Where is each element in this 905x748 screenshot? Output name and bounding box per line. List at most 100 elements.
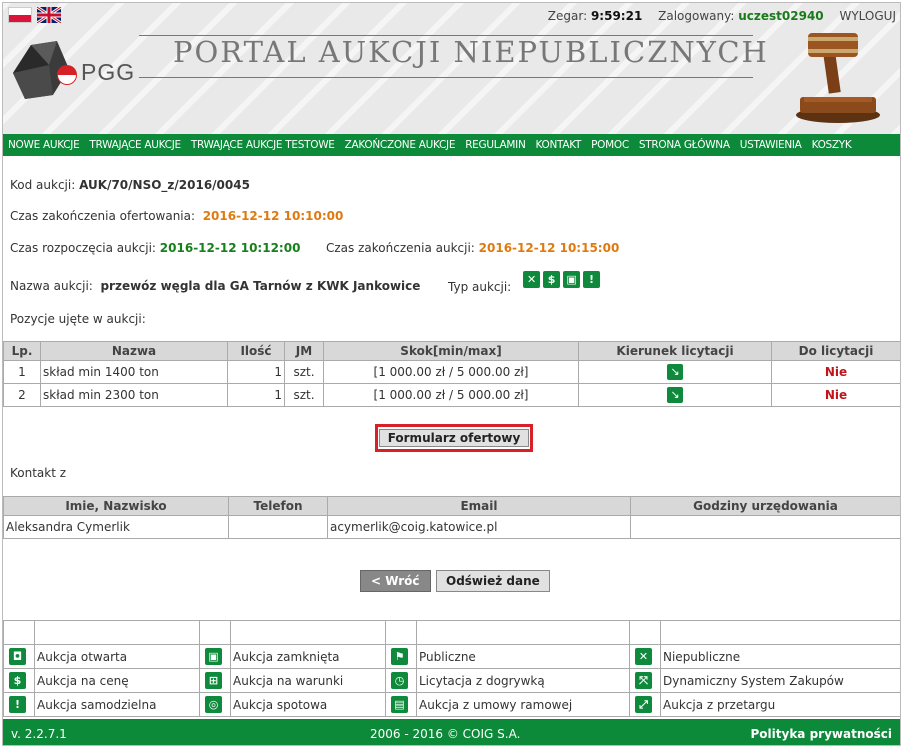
col-contact-hours: Godziny urzędowania xyxy=(630,496,900,516)
row-lp: 1 xyxy=(3,360,41,384)
start-row: Czas rozpoczęcia aukcji: 2016-12-12 10:1… xyxy=(10,241,300,255)
row-step: [1 000.00 zł / 5 000.00 zł] xyxy=(323,383,579,407)
legend-row: ! Aukcja samodzielna ◎ Aukcja spotowa ▤ … xyxy=(3,692,900,717)
row-direction: ↘ xyxy=(578,383,772,407)
contact-phone xyxy=(228,515,328,539)
header: Zegar: 9:59:21 Zalogowany: uczest02940 W… xyxy=(3,3,900,134)
nav-settings[interactable]: USTAWIENIA xyxy=(735,139,807,151)
contact-name: Aleksandra Cymerlik xyxy=(3,515,229,539)
contact-header-row: Imie, Nazwisko Telefon Email Godziny urz… xyxy=(3,496,900,516)
col-contact-email: Email xyxy=(327,496,631,516)
flag-icon: ⚑ xyxy=(391,648,408,665)
end-value: 2016-12-12 10:15:00 xyxy=(478,241,620,255)
table-row: Aleksandra Cymerlik acymerlik@coig.katow… xyxy=(3,515,900,539)
table-row: 1 skład min 1400 ton 1 szt. [1 000.00 zł… xyxy=(3,360,900,384)
title-divider-bottom xyxy=(139,77,753,78)
logo-text: PGG xyxy=(81,59,136,85)
legend-dps: Dynamiczny System Zakupów xyxy=(660,668,900,693)
row-qty: 1 xyxy=(227,360,285,384)
col-step: Skok[min/max] xyxy=(323,341,579,361)
legend-spacer-row xyxy=(3,620,900,645)
positions-table: Lp. Nazwa Ilość JM Skok[min/max] Kierune… xyxy=(3,341,900,407)
footer: v. 2.2.7.1 2006 - 2016 © COIG S.A. Polit… xyxy=(3,719,900,745)
col-contact-name: Imie, Nazwisko xyxy=(3,496,229,516)
auction-code-row: Kod aukcji: AUK/70/NSO_z/2016/0045 xyxy=(10,178,250,192)
legend-price: Aukcja na cenę xyxy=(34,668,200,693)
end-row: Czas zakończenia aukcji: 2016-12-12 10:1… xyxy=(326,241,619,255)
logged-label: Zalogowany: xyxy=(658,9,735,23)
offer-end-row: Czas zakończenia ofertowania: 2016-12-12… xyxy=(10,209,343,223)
col-qty: Ilość xyxy=(227,341,285,361)
english-flag-icon[interactable] xyxy=(37,7,61,23)
refresh-button[interactable]: Odśwież dane xyxy=(436,570,550,592)
username: uczest02940 xyxy=(738,9,824,23)
auction-name: przewóz węgla dla GA Tarnów z KWK Jankow… xyxy=(100,279,421,293)
col-lp: Lp. xyxy=(3,341,41,361)
legend-standalone: Aukcja samodzielna xyxy=(34,692,200,717)
contact-table: Imie, Nazwisko Telefon Email Godziny urz… xyxy=(3,496,900,539)
offer-end-label: Czas zakończenia ofertowania: xyxy=(10,209,196,223)
legend-row: ◘ Aukcja otwarta ▣ Aukcja zamknięta ⚑ Pu… xyxy=(3,644,900,669)
non-public-type-icon: ✕ xyxy=(523,271,541,288)
page-frame: Zegar: 9:59:21 Zalogowany: uczest02940 W… xyxy=(2,2,901,746)
contact-email[interactable]: acymerlik@coig.katowice.pl xyxy=(327,515,631,539)
legend-spot: Aukcja spotowa xyxy=(230,692,386,717)
expand-icon: ⤢ xyxy=(635,696,652,713)
dollar-icon: $ xyxy=(9,672,26,689)
row-unit: szt. xyxy=(284,383,324,407)
row-direction: ↘ xyxy=(578,360,772,384)
auction-code: AUK/70/NSO_z/2016/0045 xyxy=(79,178,250,192)
nav-ongoing-test-auctions[interactable]: TRWAJĄCE AUKCJE TESTOWE xyxy=(186,139,340,151)
open-lock-icon: ◘ xyxy=(9,648,26,665)
copyright: 2006 - 2016 © COIG S.A. xyxy=(370,727,520,741)
contact-hours xyxy=(630,515,900,539)
privacy-link[interactable]: Polityka prywatności xyxy=(751,727,893,741)
nav-new-auctions[interactable]: NOWE AUKCJE xyxy=(3,139,84,151)
auction-name-row: Nazwa aukcji: przewóz węgla dla GA Tarnó… xyxy=(10,279,420,293)
legend-framework: Aukcja z umowy ramowej xyxy=(416,692,630,717)
positions-label: Pozycje ujęte w aukcji: xyxy=(10,312,146,326)
nav-finished-auctions[interactable]: ZAKOŃCZONE AUKCJE xyxy=(340,139,461,151)
auction-name-label: Nazwa aukcji: xyxy=(10,279,93,293)
pgg-logo[interactable]: PGG xyxy=(9,39,134,103)
nav-cart[interactable]: KOSZYK xyxy=(807,139,857,151)
nav-regulations[interactable]: REGULAMIN xyxy=(460,139,530,151)
nav-contact[interactable]: KONTAKT xyxy=(531,139,587,151)
offer-form-highlight: Formularz ofertowy xyxy=(375,424,533,452)
clock-icon: ◷ xyxy=(391,672,408,689)
exclamation-icon: ! xyxy=(9,696,26,713)
arrows-icon: ⤧ xyxy=(635,672,652,689)
closed-type-icon: ▣ xyxy=(563,271,581,288)
cart-icon: ⊞ xyxy=(205,672,222,689)
legend-closed: Aukcja zamknięta xyxy=(230,644,386,669)
row-lp: 2 xyxy=(3,383,41,407)
arrow-down-right-icon[interactable]: ↘ xyxy=(667,387,683,403)
row-name: skład min 1400 ton xyxy=(40,360,228,384)
col-contact-phone: Telefon xyxy=(228,496,328,516)
clock-value: 9:59:21 xyxy=(590,9,643,23)
main-nav: NOWE AUKCJE TRWAJĄCE AUKCJE TRWAJĄCE AUK… xyxy=(3,134,900,156)
arrow-down-right-icon[interactable]: ↘ xyxy=(667,364,683,380)
col-name: Nazwa xyxy=(40,341,228,361)
logout-link[interactable]: WYLOGUJ xyxy=(839,9,896,23)
col-to-bid: Do licytacji xyxy=(771,341,900,361)
polish-flag-icon[interactable] xyxy=(8,7,32,23)
row-to-bid: Nie xyxy=(771,383,900,407)
col-unit: JM xyxy=(284,341,324,361)
legend-overtime: Licytacja z dogrywką xyxy=(416,668,630,693)
offer-form-button[interactable]: Formularz ofertowy xyxy=(378,429,530,447)
version: v. 2.2.7.1 xyxy=(11,727,67,741)
gavel-icon xyxy=(786,27,886,127)
start-label: Czas rozpoczęcia aukcji: xyxy=(10,241,156,255)
end-label: Czas zakończenia aukcji: xyxy=(326,241,475,255)
spot-icon: ◎ xyxy=(205,696,222,713)
nav-home[interactable]: STRONA GŁÓWNA xyxy=(634,139,735,151)
nav-help[interactable]: POMOC xyxy=(586,139,634,151)
auction-code-label: Kod aukcji: xyxy=(10,178,76,192)
price-type-icon: $ xyxy=(543,271,561,288)
legend-terms: Aukcja na warunki xyxy=(230,668,386,693)
auction-type-label: Typ aukcji: xyxy=(448,280,512,294)
auction-type-row: Typ aukcji: ✕ $ ▣! xyxy=(448,271,603,294)
back-button[interactable]: < Wróć xyxy=(360,570,431,592)
nav-ongoing-auctions[interactable]: TRWAJĄCE AUKCJE xyxy=(84,139,185,151)
